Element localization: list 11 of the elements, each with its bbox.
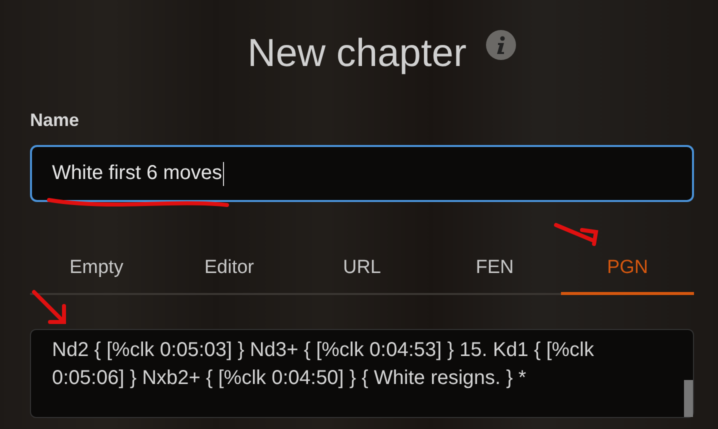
scrollbar-thumb[interactable] xyxy=(684,380,693,417)
source-tab[interactable]: Empty xyxy=(30,245,163,295)
dialog-title: New chapter xyxy=(248,31,466,77)
info-icon[interactable] xyxy=(486,30,516,60)
source-tab[interactable]: PGN xyxy=(561,245,694,295)
pgn-field[interactable]: Nd2 { [%clk 0:05:03] } Nd3+ { [%clk 0:04:53] } 15. Kd1 { [%clk 0:05:06] } Nxb2+ { [%clk 0:04:50] } { White resigns. } * xyxy=(30,329,694,418)
source-tab[interactable]: FEN xyxy=(428,245,562,295)
source-tab[interactable]: Editor xyxy=(162,245,296,295)
source-tab[interactable]: URL xyxy=(296,245,428,295)
name-label: Name xyxy=(30,110,80,132)
name-field[interactable]: White first 6 moves xyxy=(30,145,694,202)
